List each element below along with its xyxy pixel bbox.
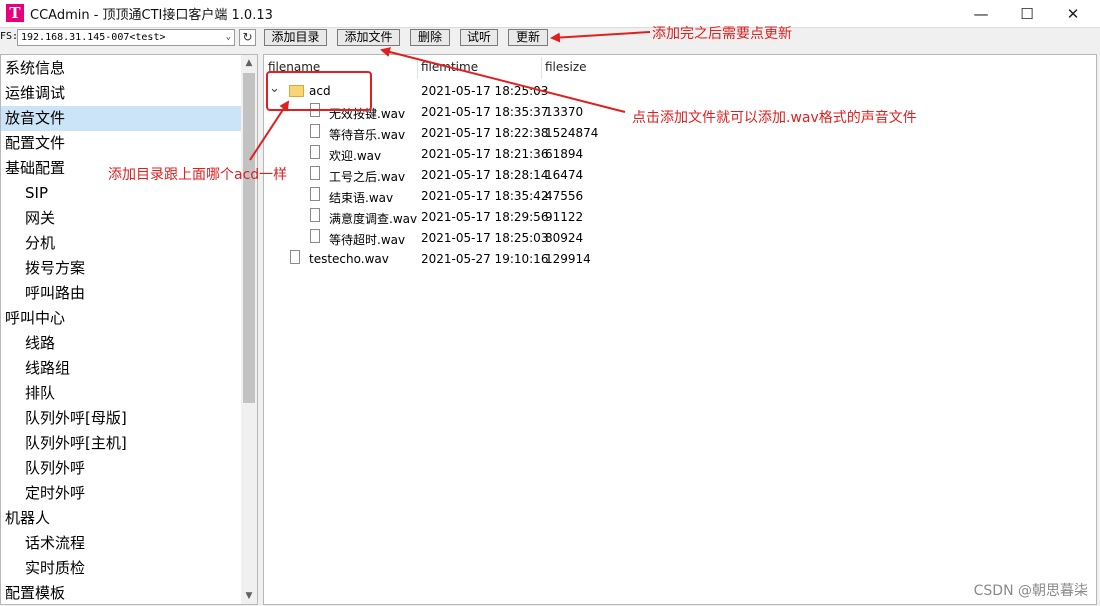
annotation-add-file-note: 点击添加文件就可以添加.wav格式的声音文件 — [632, 110, 917, 126]
watermark: CSDN @朝思暮柒 — [973, 583, 1088, 599]
add-file-arrow — [380, 47, 626, 113]
acd-highlight-box — [266, 71, 372, 111]
annotation-add-directory-note: 添加目录跟上面哪个acd一样 — [108, 167, 288, 183]
annotation-update-note: 添加完之后需要点更新 — [652, 26, 792, 42]
annotation-overlay — [249, 31, 651, 161]
update-arrow — [550, 31, 651, 43]
